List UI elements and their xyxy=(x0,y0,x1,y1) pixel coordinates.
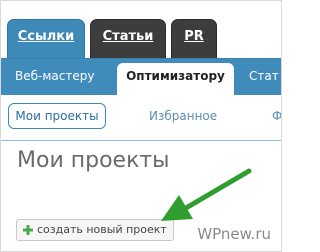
tab-links-label: Ссылки xyxy=(17,29,75,44)
subnav-item-webmaster[interactable]: Веб-мастеру xyxy=(15,69,94,83)
tab-pr-label: PR xyxy=(184,29,204,44)
plus-icon xyxy=(23,225,33,235)
filter-my-projects[interactable]: Мои проекты xyxy=(8,103,106,129)
subnav-item-optimizer[interactable]: Оптимизатору xyxy=(117,63,234,95)
subnav-item-stat[interactable]: Стат xyxy=(249,69,279,83)
filter-bar: Мои проекты Избранное Ф xyxy=(1,95,281,141)
page-title: Мои проекты xyxy=(17,148,170,173)
filter-more[interactable]: Ф xyxy=(272,109,281,123)
tab-pr[interactable]: PR xyxy=(171,19,217,59)
create-project-label: создать новый проект xyxy=(37,223,167,236)
tab-articles-label: Статьи xyxy=(102,29,154,44)
create-project-button[interactable]: создать новый проект xyxy=(16,219,174,241)
filter-favorites[interactable]: Избранное xyxy=(149,109,217,123)
tab-articles[interactable]: Статьи xyxy=(90,19,166,59)
subnav-bar: Веб-мастеру Оптимизатору Стат xyxy=(1,58,281,95)
tab-links[interactable]: Ссылки xyxy=(7,19,85,59)
watermark: WPnew.ru xyxy=(197,225,271,243)
screenshot-frame: Ссылки Статьи PR Веб-мастеру Оптимизатор… xyxy=(0,0,282,252)
top-tabs: Ссылки Статьи PR xyxy=(1,1,281,59)
